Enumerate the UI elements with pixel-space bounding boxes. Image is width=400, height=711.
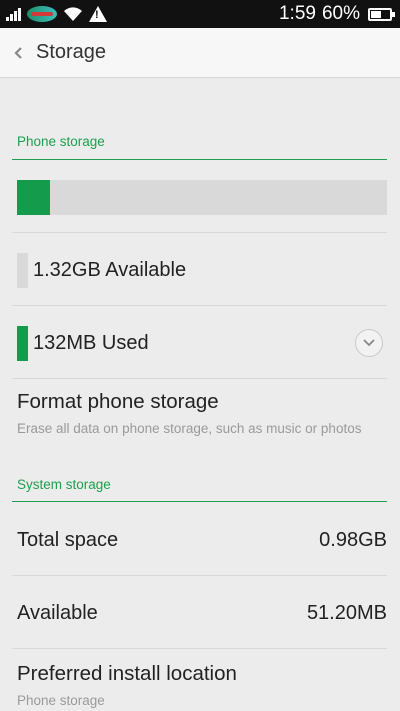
total-space-row: Total space 0.98GB [17, 504, 387, 576]
row-divider [12, 575, 387, 576]
available-legend-row: 1.32GB Available [17, 234, 387, 306]
section-divider [12, 501, 387, 502]
app-header: Storage [0, 28, 400, 78]
used-swatch [17, 325, 28, 361]
row-divider [12, 232, 387, 233]
row-divider [12, 305, 387, 306]
storage-usage-bar [17, 180, 387, 215]
wifi-icon [63, 6, 83, 22]
used-label: 132MB Used [33, 331, 149, 354]
warning-icon [89, 6, 107, 22]
battery-percent: 60% [321, 3, 360, 24]
available-space-row: Available 51.20MB [17, 577, 387, 649]
storage-used-fill [17, 180, 51, 215]
row-divider [12, 648, 387, 649]
available-space-label: Available [17, 601, 98, 624]
install-location-title: Preferred install location [17, 662, 237, 685]
total-space-value: 0.98GB [319, 528, 387, 551]
page-title: Storage [36, 41, 107, 63]
used-legend-row[interactable]: 132MB Used [17, 307, 387, 379]
signal-icon [6, 7, 21, 21]
install-location-value: Phone storage [17, 693, 105, 708]
status-left [6, 6, 107, 22]
status-right: 1:59 60% [278, 3, 395, 25]
system-storage-section-title: System storage [17, 477, 111, 492]
format-title: Format phone storage [17, 390, 219, 413]
format-subtitle: Erase all data on phone storage, such as… [17, 421, 362, 436]
battery-level-fill [371, 10, 381, 18]
status-time: 1:59 [278, 3, 316, 24]
available-label: 1.32GB Available [33, 258, 187, 281]
battery-icon [368, 7, 395, 21]
row-divider [12, 378, 387, 379]
section-divider [12, 159, 387, 160]
chevron-left-icon[interactable] [4, 28, 34, 78]
total-space-label: Total space [17, 528, 119, 551]
chevron-down-icon[interactable] [355, 329, 383, 357]
phone-storage-section-title: Phone storage [17, 134, 105, 149]
carrier-logo-icon [27, 6, 57, 22]
status-bar: 1:59 60% [0, 0, 400, 28]
available-swatch [17, 252, 28, 288]
available-space-value: 51.20MB [306, 601, 387, 624]
